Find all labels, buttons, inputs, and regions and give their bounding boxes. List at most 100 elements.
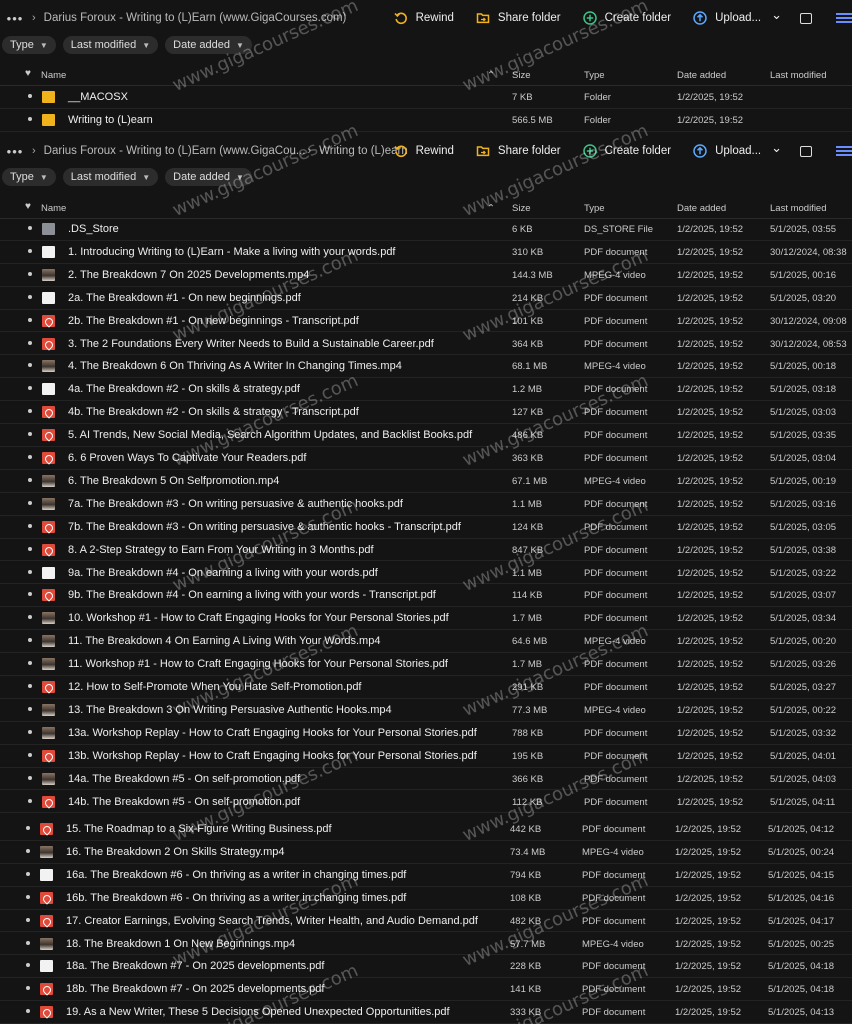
sort-up-icon[interactable]: ⌃ xyxy=(487,70,495,81)
list-item[interactable]: 18a. The Breakdown #7 - On 2025 developm… xyxy=(0,955,852,979)
list-item[interactable]: 10. Workshop #1 - How to Craft Engaging … xyxy=(0,607,852,631)
rewind-button[interactable]: Rewind xyxy=(393,144,454,158)
image-view-icon[interactable] xyxy=(800,12,812,24)
column-type[interactable]: Type xyxy=(584,203,605,214)
list-item[interactable]: 9a. The Breakdown #4 - On earning a livi… xyxy=(0,562,852,585)
list-item[interactable]: 14a. The Breakdown #5 - On self-promotio… xyxy=(0,768,852,791)
mp4-file-icon xyxy=(42,612,55,625)
list-item[interactable]: 2. The Breakdown 7 On 2025 Developments.… xyxy=(0,264,852,287)
image-view-icon[interactable] xyxy=(800,145,812,157)
column-date-added[interactable]: Date added xyxy=(677,70,726,81)
file-last-modified: 5/1/2025, 04:18 xyxy=(768,984,835,996)
filter-label: Type xyxy=(10,171,34,183)
list-item[interactable]: 4a. The Breakdown #2 - On skills & strat… xyxy=(0,378,852,402)
list-item[interactable]: 3. The 2 Foundations Every Writer Needs … xyxy=(0,333,852,356)
list-item[interactable]: 13b. Workshop Replay - How to Craft Enga… xyxy=(0,745,852,768)
file-date-added: 1/2/2025, 19:52 xyxy=(677,115,744,126)
list-item[interactable]: 19. As a New Writer, These 5 Decisions O… xyxy=(0,1001,852,1024)
file-name: 13b. Workshop Replay - How to Craft Enga… xyxy=(68,749,477,762)
list-item[interactable]: 4b. The Breakdown #2 - On skills & strat… xyxy=(0,401,852,425)
file-size: 57.7 MB xyxy=(510,938,546,950)
file-type: MPEG-4 video xyxy=(582,846,644,858)
list-item[interactable]: 18b. The Breakdown #7 - On 2025 developm… xyxy=(0,978,852,1002)
list-item[interactable]: 1. Introducing Writing to (L)Earn - Make… xyxy=(0,241,852,264)
bullet xyxy=(28,638,32,643)
bullet xyxy=(28,546,32,551)
list-item[interactable]: 6. 6 Proven Ways To Captivate Your Reade… xyxy=(0,447,852,470)
heart-icon[interactable]: ♥ xyxy=(25,201,31,212)
list-item[interactable]: 11. Workshop #1 - How to Craft Engaging … xyxy=(0,653,852,676)
list-item[interactable]: 4. The Breakdown 6 On Thriving As A Writ… xyxy=(0,355,852,379)
list-item[interactable]: 5. AI Trends, New Social Media, Search A… xyxy=(0,424,852,447)
filter-chip[interactable]: Date added ▼ xyxy=(165,168,252,186)
list-item[interactable]: 7a. The Breakdown #3 - On writing persua… xyxy=(0,493,852,516)
list-item[interactable]: 11. The Breakdown 4 On Earning A Living … xyxy=(0,630,852,654)
column-type[interactable]: Type xyxy=(584,70,605,81)
list-view-icon[interactable] xyxy=(836,146,852,156)
filter-chip[interactable]: Type ▼ xyxy=(2,36,56,54)
list-item[interactable]: 13. The Breakdown 3 On Writing Persuasiv… xyxy=(0,699,852,722)
list-item[interactable]: 9b. The Breakdown #4 - On earning a livi… xyxy=(0,584,852,608)
rewind-button[interactable]: Rewind xyxy=(393,11,454,25)
column-date-added[interactable]: Date added xyxy=(677,203,726,214)
file-date-added: 1/2/2025, 19:52 xyxy=(677,704,744,716)
list-item[interactable]: 13a. Workshop Replay - How to Craft Enga… xyxy=(0,722,852,745)
list-item[interactable]: 18. The Breakdown 1 On New Beginnings.mp… xyxy=(0,933,852,956)
file-date-added: 1/2/2025, 19:52 xyxy=(677,773,744,785)
file-last-modified: 30/12/2024, 08:38 xyxy=(770,246,847,258)
column-name[interactable]: Name xyxy=(41,70,66,81)
create-folder-button[interactable]: Create folder xyxy=(582,144,671,158)
column-size[interactable]: Size xyxy=(512,203,530,214)
file-size: 1.1 MB xyxy=(512,567,543,579)
list-item[interactable]: 16a. The Breakdown #6 - On thriving as a… xyxy=(0,864,852,887)
list-item[interactable]: 17. Creator Earnings, Evolving Search Tr… xyxy=(0,910,852,933)
filter-chip[interactable]: Last modified ▼ xyxy=(62,168,159,186)
file-date-added: 1/2/2025, 19:52 xyxy=(677,590,744,602)
file-type: PDF document xyxy=(584,567,648,579)
share-icon xyxy=(476,11,490,25)
list-item[interactable]: 16. The Breakdown 2 On Skills Strategy.m… xyxy=(0,841,852,864)
filter-chip[interactable]: Date added ▼ xyxy=(165,36,252,54)
file-date-added: 1/2/2025, 19:52 xyxy=(677,453,744,464)
breadcrumb-item[interactable]: Darius Foroux - Writing to (L)Earn (www.… xyxy=(44,145,306,157)
file-date-added: 1/2/2025, 19:52 xyxy=(677,659,744,671)
list-item[interactable]: Writing to (L)earn 566.5 MB Folder 1/2/2025… xyxy=(0,109,852,132)
mp4-file-icon xyxy=(42,658,55,671)
column-last-modified[interactable]: Last modified xyxy=(770,70,827,81)
column-name[interactable]: Name xyxy=(41,203,66,214)
file-date-added: 1/2/2025, 19:52 xyxy=(677,224,744,235)
heart-icon[interactable]: ♥ xyxy=(25,68,31,79)
list-item[interactable]: 2a. The Breakdown #1 - On new beginnings… xyxy=(0,287,852,310)
filter-chip[interactable]: Type ▼ xyxy=(2,168,56,186)
share-folder-button[interactable]: Share folder xyxy=(476,11,561,25)
upload-button[interactable]: Upload... ⌄ xyxy=(693,7,782,25)
file-type: PDF document xyxy=(584,453,648,464)
share-folder-button[interactable]: Share folder xyxy=(476,144,561,158)
list-item[interactable]: .DS_Store 6 KB DS_STORE File 1/2/2025, 19:5… xyxy=(0,218,852,241)
column-last-modified[interactable]: Last modified xyxy=(770,203,827,214)
more-icon[interactable]: ••• xyxy=(0,144,30,159)
list-item[interactable]: 8. A 2-Step Strategy to Earn From Your W… xyxy=(0,539,852,562)
more-icon[interactable]: ••• xyxy=(0,11,30,26)
column-size[interactable]: Size xyxy=(512,70,530,81)
file-name: 16. The Breakdown 2 On Skills Strategy.m… xyxy=(66,845,285,858)
list-item[interactable]: 12. How to Self-Promote When You Hate Se… xyxy=(0,676,852,699)
breadcrumb-item[interactable]: Darius Foroux - Writing to (L)Earn (www.… xyxy=(44,12,347,24)
file-date-added: 1/2/2025, 19:52 xyxy=(677,292,744,304)
list-item[interactable]: 2b. The Breakdown #1 - On new beginnings… xyxy=(0,310,852,333)
sort-up-icon[interactable]: ⌃ xyxy=(487,203,495,214)
list-item[interactable]: 7b. The Breakdown #3 - On writing persua… xyxy=(0,516,852,539)
file-type: DS_STORE File xyxy=(584,224,653,235)
list-item[interactable]: 14b. The Breakdown #5 - On self-promotio… xyxy=(0,791,852,814)
list-item[interactable]: 6. The Breakdown 5 On Selfpromotion.mp4 6… xyxy=(0,470,852,493)
file-last-modified: 5/1/2025, 03:04 xyxy=(770,453,837,464)
list-view-icon[interactable] xyxy=(836,13,852,23)
upload-button[interactable]: Upload... ⌄ xyxy=(693,140,782,158)
list-item[interactable]: 16b. The Breakdown #6 - On thriving as a… xyxy=(0,887,852,910)
create-folder-button[interactable]: Create folder xyxy=(582,11,671,25)
filter-chip[interactable]: Last modified ▼ xyxy=(62,36,159,54)
list-item[interactable]: 15. The Roadmap to a Six-Figure Writing … xyxy=(0,818,852,841)
list-item[interactable]: __MACOSX 7 KB Folder 1/2/2025, 19:52 xyxy=(0,86,852,109)
file-name: 16b. The Breakdown #6 - On thriving as a… xyxy=(66,891,407,904)
file-date-added: 1/2/2025, 19:52 xyxy=(675,892,742,904)
